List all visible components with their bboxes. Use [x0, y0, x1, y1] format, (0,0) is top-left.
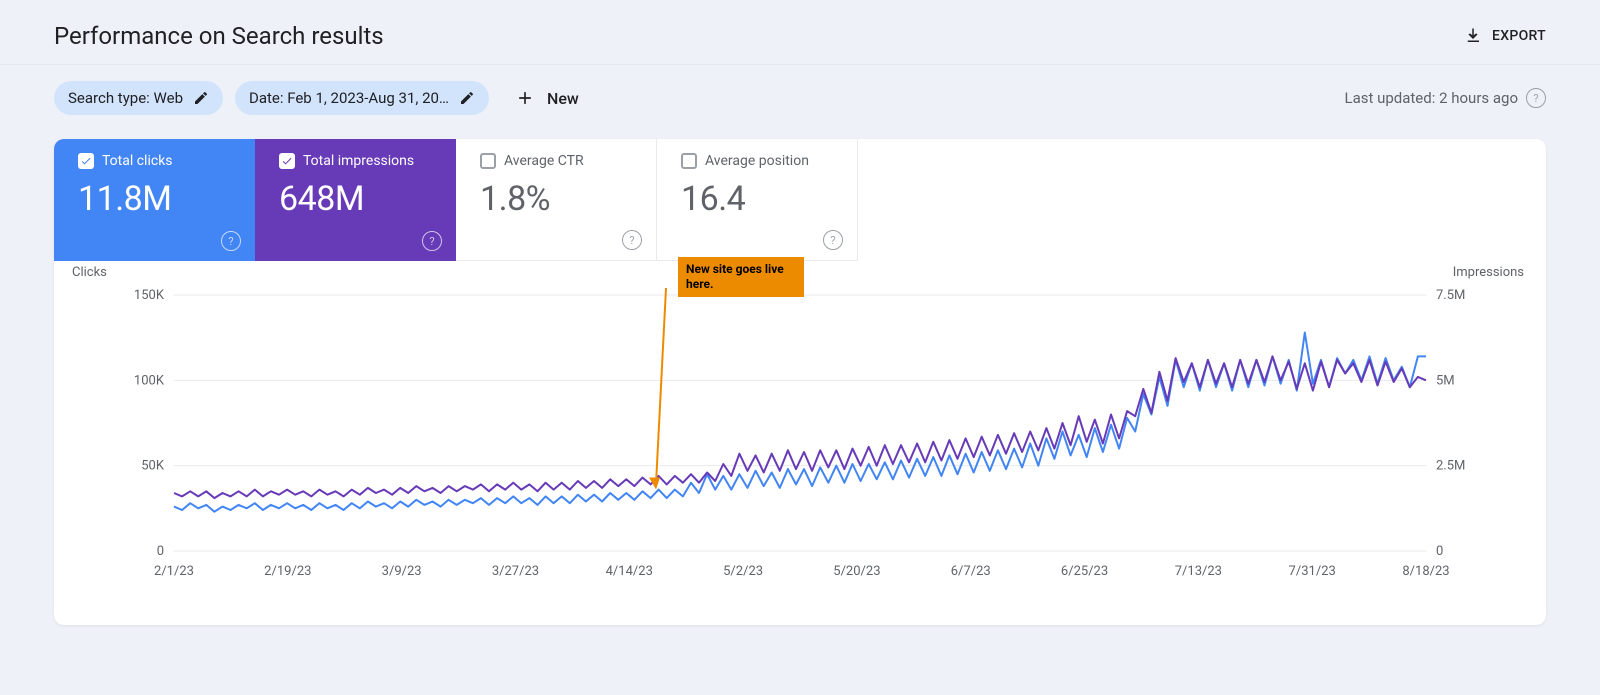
svg-text:100K: 100K — [134, 373, 165, 388]
export-button[interactable]: EXPORT — [1464, 27, 1546, 45]
svg-text:4/14/23: 4/14/23 — [606, 564, 653, 579]
svg-text:0: 0 — [1436, 544, 1443, 559]
metric-tile-position[interactable]: Average position 16.4 ? — [657, 139, 858, 261]
svg-text:150K: 150K — [134, 288, 165, 303]
svg-text:6/7/23: 6/7/23 — [951, 564, 991, 579]
metric-value: 11.8M — [78, 179, 255, 219]
metric-label: Total clicks — [102, 153, 173, 169]
metric-tile-clicks[interactable]: Total clicks 11.8M ? — [54, 139, 255, 261]
page-header: Performance on Search results EXPORT — [0, 0, 1600, 65]
metric-label: Total impressions — [303, 153, 414, 169]
svg-text:7/31/23: 7/31/23 — [1289, 564, 1336, 579]
svg-text:2.5M: 2.5M — [1436, 459, 1465, 474]
search-type-chip[interactable]: Search type: Web — [54, 81, 223, 115]
svg-text:2/19/23: 2/19/23 — [264, 564, 311, 579]
svg-text:7/13/23: 7/13/23 — [1175, 564, 1222, 579]
plus-icon — [515, 88, 535, 108]
new-filter-button[interactable]: New — [515, 88, 579, 108]
metric-tile-ctr[interactable]: Average CTR 1.8% ? — [456, 139, 657, 261]
svg-text:6/25/23: 6/25/23 — [1061, 564, 1108, 579]
metric-tile-impressions[interactable]: Total impressions 648M ? — [255, 139, 456, 261]
svg-text:3/9/23: 3/9/23 — [382, 564, 422, 579]
last-updated-text: Last updated: 2 hours ago — [1344, 89, 1518, 107]
svg-text:5/2/23: 5/2/23 — [723, 564, 763, 579]
download-icon — [1464, 27, 1482, 45]
checkbox-off-icon — [681, 153, 697, 169]
chart-annotation: New site goes live here. — [678, 257, 804, 297]
svg-text:8/18/23: 8/18/23 — [1402, 564, 1449, 579]
last-updated: Last updated: 2 hours ago ? — [1344, 88, 1546, 108]
svg-text:3/27/23: 3/27/23 — [492, 564, 539, 579]
metric-label: Average CTR — [504, 153, 584, 169]
help-icon[interactable]: ? — [422, 231, 442, 251]
y-axis-right-label: Impressions — [1453, 265, 1524, 280]
y-axis-left-label: Clicks — [72, 265, 107, 280]
help-icon[interactable]: ? — [1526, 88, 1546, 108]
performance-panel: Total clicks 11.8M ? Total impressions 6… — [54, 139, 1546, 625]
svg-text:50K: 50K — [141, 459, 165, 474]
pencil-icon — [459, 90, 475, 106]
svg-text:5M: 5M — [1436, 373, 1455, 388]
svg-text:0: 0 — [157, 544, 164, 559]
date-chip-label: Date: Feb 1, 2023-Aug 31, 20… — [249, 89, 449, 107]
metric-value: 648M — [279, 179, 456, 219]
help-icon[interactable]: ? — [221, 231, 241, 251]
metric-value: 16.4 — [681, 179, 857, 219]
checkbox-off-icon — [480, 153, 496, 169]
page-title: Performance on Search results — [54, 22, 384, 50]
checkbox-on-icon — [78, 153, 94, 169]
svg-text:5/20/23: 5/20/23 — [833, 564, 880, 579]
metric-tiles: Total clicks 11.8M ? Total impressions 6… — [54, 139, 1546, 261]
svg-text:7.5M: 7.5M — [1436, 288, 1465, 303]
filter-row: Search type: Web Date: Feb 1, 2023-Aug 3… — [0, 65, 1600, 125]
metric-value: 1.8% — [480, 179, 656, 219]
help-icon[interactable]: ? — [823, 230, 843, 250]
export-label: EXPORT — [1492, 28, 1546, 44]
search-type-chip-label: Search type: Web — [68, 89, 183, 107]
chart-container: Clicks Impressions 0 0 50K 2.5M 100K 5M 150K 7.… — [54, 261, 1546, 595]
help-icon[interactable]: ? — [622, 230, 642, 250]
metric-label: Average position — [705, 153, 809, 169]
svg-text:2/1/23: 2/1/23 — [154, 564, 194, 579]
filter-chips: Search type: Web Date: Feb 1, 2023-Aug 3… — [54, 81, 579, 115]
pencil-icon — [193, 90, 209, 106]
checkbox-on-icon — [279, 153, 295, 169]
date-chip[interactable]: Date: Feb 1, 2023-Aug 31, 20… — [235, 81, 489, 115]
new-filter-label: New — [547, 89, 579, 108]
performance-chart: 0 0 50K 2.5M 100K 5M 150K 7.5M 2/1/23 2/19/23 3/9/… — [114, 275, 1486, 595]
